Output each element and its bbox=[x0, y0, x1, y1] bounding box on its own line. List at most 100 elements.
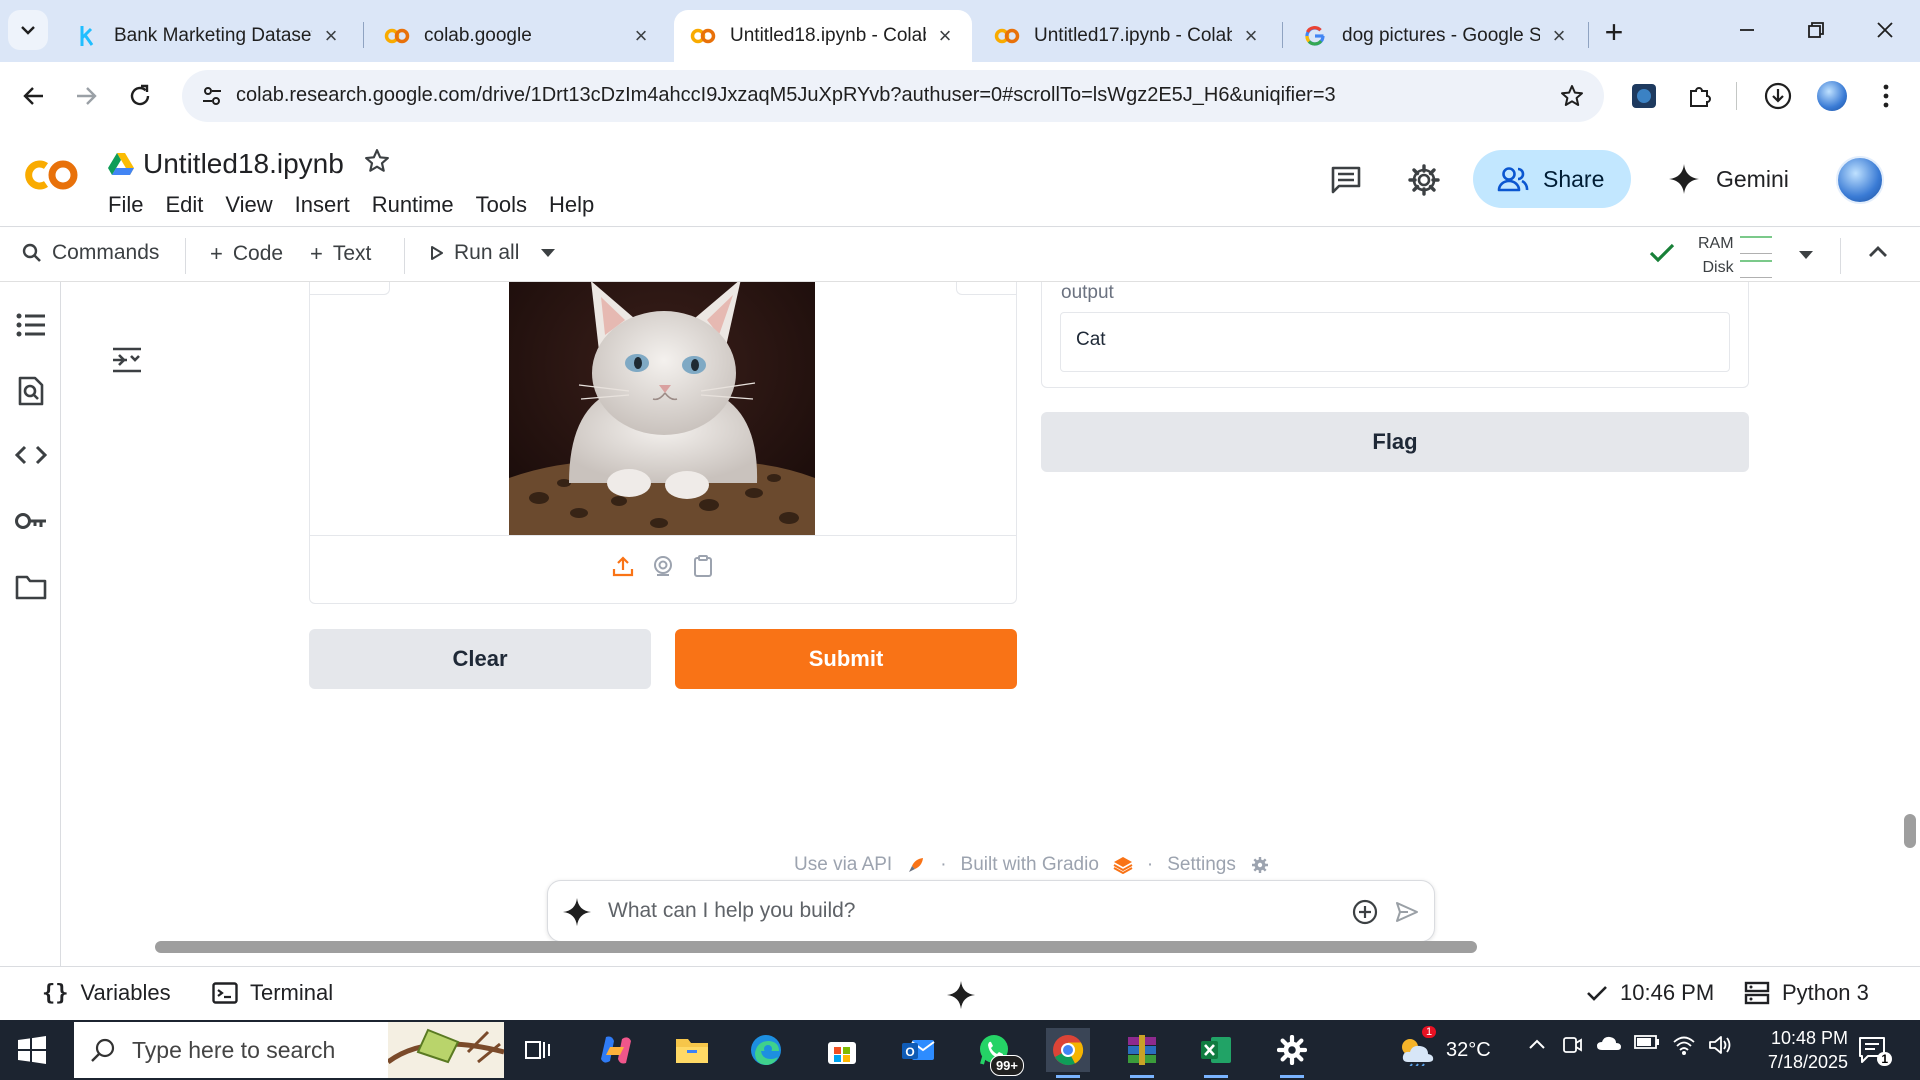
notification-center-icon[interactable]: 1 bbox=[1858, 1036, 1892, 1066]
resource-labels[interactable]: RAM Disk bbox=[1698, 232, 1734, 280]
upload-icon[interactable] bbox=[610, 553, 636, 579]
browser-tab-colab-google[interactable]: colab.google × bbox=[368, 10, 668, 62]
browser-tab-bank-marketing[interactable]: Bank Marketing Dataset × bbox=[58, 10, 358, 62]
add-text-cell-button[interactable]: + Text bbox=[310, 241, 371, 267]
profile-avatar-icon[interactable] bbox=[1812, 76, 1852, 116]
code-snippets-icon[interactable] bbox=[12, 436, 50, 474]
minimize-button[interactable] bbox=[1724, 12, 1770, 48]
image-input-panel[interactable] bbox=[309, 282, 1017, 604]
table-of-contents-icon[interactable] bbox=[12, 306, 50, 344]
files-folder-icon[interactable] bbox=[12, 568, 50, 606]
new-tab-button[interactable]: + bbox=[1596, 14, 1632, 50]
account-avatar[interactable] bbox=[1836, 156, 1884, 204]
browser-tab-untitled18[interactable]: Untitled18.ipynb - Colab × bbox=[674, 10, 972, 62]
task-view-icon[interactable] bbox=[516, 1028, 560, 1072]
address-bar[interactable]: colab.research.google.com/drive/1Drt13cD… bbox=[182, 70, 1604, 122]
add-circle-icon[interactable] bbox=[1350, 897, 1380, 927]
battery-icon[interactable] bbox=[1634, 1034, 1660, 1050]
weather-widget[interactable]: 1 32°C bbox=[1398, 1026, 1491, 1066]
gemini-button[interactable]: Gemini bbox=[1668, 150, 1789, 208]
taskbar-search-box[interactable]: Type here to search bbox=[74, 1022, 504, 1078]
use-via-api-link[interactable]: Use via API bbox=[794, 854, 892, 876]
close-tab-icon[interactable]: × bbox=[320, 23, 342, 48]
gradio-settings-link[interactable]: Settings bbox=[1167, 854, 1236, 876]
site-settings-icon[interactable] bbox=[198, 82, 226, 110]
tab-search-button[interactable] bbox=[8, 10, 48, 50]
google-drive-icon[interactable] bbox=[108, 152, 134, 176]
vertical-scrollbar[interactable] bbox=[1904, 814, 1916, 848]
browser-tab-untitled17[interactable]: Untitled17.ipynb - Colab × bbox=[978, 10, 1278, 62]
meet-now-icon[interactable] bbox=[1562, 1034, 1582, 1056]
secrets-key-icon[interactable] bbox=[12, 502, 50, 540]
browser-tab-dog-pictures[interactable]: dog pictures - Google Se × bbox=[1286, 10, 1586, 62]
menu-runtime[interactable]: Runtime bbox=[361, 192, 465, 218]
built-with-gradio-link[interactable]: Built with Gradio bbox=[961, 854, 1099, 876]
close-window-button[interactable] bbox=[1862, 12, 1908, 48]
variables-button[interactable]: {} Variables bbox=[42, 980, 171, 1006]
winrar-app-icon[interactable] bbox=[1120, 1028, 1164, 1078]
edge-browser-icon[interactable] bbox=[744, 1028, 788, 1072]
share-button[interactable]: Share bbox=[1473, 150, 1631, 208]
close-tab-icon[interactable]: × bbox=[630, 23, 652, 48]
commands-button[interactable]: Commands bbox=[22, 241, 159, 265]
extensions-puzzle-icon[interactable] bbox=[1680, 76, 1720, 116]
gemini-status-icon[interactable] bbox=[946, 980, 976, 1010]
comments-icon[interactable] bbox=[1326, 160, 1366, 200]
clipboard-icon[interactable] bbox=[690, 553, 716, 579]
terminal-button[interactable]: Terminal bbox=[212, 980, 333, 1006]
run-all-button[interactable]: Run all bbox=[430, 241, 519, 265]
settings-gear-icon[interactable] bbox=[1404, 160, 1444, 200]
horizontal-scrollbar[interactable] bbox=[155, 941, 1477, 953]
notebook-title[interactable]: Untitled18.ipynb bbox=[143, 148, 344, 180]
settings-gear-icon[interactable] bbox=[1270, 1028, 1314, 1078]
execution-status[interactable]: 10:46 PM bbox=[1586, 980, 1714, 1006]
wifi-icon[interactable] bbox=[1672, 1034, 1696, 1056]
onedrive-cloud-icon[interactable] bbox=[1596, 1034, 1622, 1052]
resource-meters[interactable] bbox=[1740, 236, 1772, 284]
add-code-cell-button[interactable]: + Code bbox=[210, 241, 283, 267]
submit-button[interactable]: Submit bbox=[675, 629, 1017, 689]
flag-button[interactable]: Flag bbox=[1041, 412, 1749, 472]
extension-app-icon[interactable] bbox=[1624, 76, 1664, 116]
menu-file[interactable]: File bbox=[108, 192, 154, 218]
forward-button[interactable] bbox=[66, 76, 106, 116]
prompt-placeholder[interactable]: What can I help you build? bbox=[608, 899, 856, 923]
download-icon[interactable] bbox=[1758, 76, 1798, 116]
send-icon[interactable] bbox=[1392, 897, 1422, 927]
reload-button[interactable] bbox=[120, 76, 160, 116]
browser-menu-icon[interactable] bbox=[1866, 76, 1906, 116]
whatsapp-app-icon[interactable]: 99+ bbox=[972, 1028, 1024, 1076]
gemini-prompt-box[interactable]: What can I help you build? bbox=[547, 880, 1435, 942]
colab-logo[interactable] bbox=[20, 152, 84, 206]
star-notebook-icon[interactable] bbox=[364, 148, 390, 181]
close-tab-icon[interactable]: × bbox=[1548, 23, 1570, 48]
back-button[interactable] bbox=[14, 76, 54, 116]
excel-app-icon[interactable] bbox=[1194, 1028, 1238, 1078]
chrome-browser-icon[interactable] bbox=[1046, 1028, 1090, 1078]
clear-button[interactable]: Clear bbox=[309, 629, 651, 689]
resources-dropdown[interactable] bbox=[1798, 250, 1814, 260]
bookmark-star-icon[interactable] bbox=[1558, 82, 1586, 110]
toggle-toc-icon[interactable] bbox=[107, 340, 147, 380]
close-tab-icon[interactable]: × bbox=[934, 23, 956, 48]
run-options-dropdown[interactable] bbox=[540, 248, 556, 258]
find-replace-icon[interactable] bbox=[12, 372, 50, 410]
output-textbox[interactable]: Cat bbox=[1060, 312, 1730, 372]
system-clock[interactable]: 10:48 PM 7/18/2025 bbox=[1744, 1026, 1848, 1074]
show-hidden-icons-chevron[interactable] bbox=[1528, 1038, 1546, 1050]
restore-button[interactable] bbox=[1793, 12, 1839, 48]
menu-tools[interactable]: Tools bbox=[465, 192, 538, 218]
file-explorer-icon[interactable] bbox=[670, 1028, 714, 1072]
windows-start-icon[interactable] bbox=[18, 1036, 46, 1064]
volume-icon[interactable] bbox=[1708, 1034, 1732, 1056]
runtime-type[interactable]: Python 3 bbox=[1744, 980, 1869, 1006]
webcam-icon[interactable] bbox=[650, 553, 676, 579]
microsoft-store-icon[interactable] bbox=[820, 1028, 864, 1072]
collapse-header-button[interactable] bbox=[1868, 244, 1888, 258]
menu-edit[interactable]: Edit bbox=[154, 192, 214, 218]
close-tab-icon[interactable]: × bbox=[1240, 23, 1262, 48]
menu-insert[interactable]: Insert bbox=[284, 192, 361, 218]
copilot-app-icon[interactable] bbox=[594, 1028, 638, 1072]
menu-view[interactable]: View bbox=[214, 192, 283, 218]
outlook-app-icon[interactable]: O bbox=[896, 1028, 940, 1072]
